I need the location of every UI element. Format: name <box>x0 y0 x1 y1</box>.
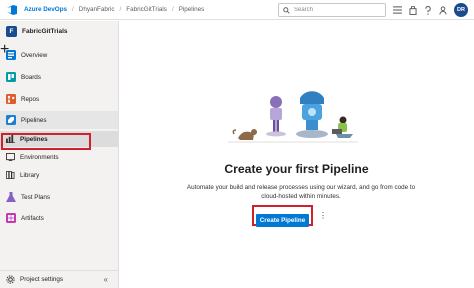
user-settings-icon[interactable] <box>439 5 447 15</box>
breadcrumb-page[interactable]: Pipelines <box>179 6 205 13</box>
breadcrumb-organization[interactable]: DhyanFabric <box>79 6 115 13</box>
page-title: Create your first Pipeline <box>224 162 369 176</box>
pipelines-icon <box>6 115 16 125</box>
repos-icon <box>6 94 16 104</box>
more-options-icon[interactable]: ⋮ <box>319 211 327 220</box>
sidebar-item-test-plans[interactable]: Test Plans <box>0 188 118 206</box>
sidebar-item-label: Overview <box>21 51 48 59</box>
test-plans-icon <box>6 192 16 202</box>
gear-icon <box>6 275 15 284</box>
sidebar-item-label: Test Plans <box>21 193 51 201</box>
project-name: FabricGitTrials <box>22 27 68 35</box>
project-settings-label: Project settings <box>20 276 64 283</box>
project-header[interactable]: F FabricGitTrials <box>0 21 118 41</box>
sidebar-item-label: Artifacts <box>21 214 44 222</box>
sidebar-item-label: Pipelines <box>21 116 47 124</box>
environments-icon <box>6 153 15 161</box>
sidebar-item-overview[interactable]: Overview <box>0 46 118 64</box>
project-badge: F <box>6 25 17 37</box>
search-box[interactable] <box>278 3 386 17</box>
collapse-sidebar-icon[interactable]: « <box>104 275 108 284</box>
sidebar-item-pipelines-group[interactable]: Pipelines <box>0 111 118 129</box>
azure-devops-logo-icon[interactable] <box>2 0 22 20</box>
sidebar-item-repos[interactable]: Repos <box>0 90 118 108</box>
sidebar: F FabricGitTrials + Overview Boards Repo… <box>0 21 119 288</box>
search-icon <box>283 6 290 14</box>
sidebar-item-label: Library <box>20 171 40 179</box>
avatar[interactable]: DR <box>454 3 468 17</box>
highlight-box-create-pipeline: Create Pipeline <box>252 205 313 227</box>
boards-icon <box>6 72 16 82</box>
help-icon[interactable] <box>424 5 432 15</box>
artifacts-icon <box>6 213 16 223</box>
sidebar-item-label: Repos <box>21 95 40 103</box>
checklist-icon[interactable] <box>393 6 402 14</box>
sidebar-item-label: Environments <box>20 153 59 161</box>
breadcrumb-separator: / <box>119 6 122 13</box>
overview-icon <box>6 50 16 60</box>
top-bar: Azure DevOps / DhyanFabric / FabricGitTr… <box>0 0 474 20</box>
sidebar-item-boards[interactable]: Boards <box>0 68 118 86</box>
pipeline-robots-illustration <box>228 91 358 143</box>
top-right-controls: DR <box>278 2 468 18</box>
library-icon <box>6 171 15 179</box>
sidebar-item-label: Boards <box>21 73 41 81</box>
brand-link[interactable]: Azure DevOps <box>24 6 67 13</box>
create-pipeline-button[interactable]: Create Pipeline <box>256 214 309 227</box>
search-input[interactable] <box>294 7 384 13</box>
project-settings[interactable]: Project settings « <box>0 270 118 288</box>
breadcrumb-separator: / <box>171 6 174 13</box>
sidebar-item-artifacts[interactable]: Artifacts <box>0 209 118 227</box>
breadcrumb-project[interactable]: FabricGitTrials <box>126 6 167 13</box>
sidebar-item-library[interactable]: Library <box>0 167 118 183</box>
breadcrumb-separator: / <box>72 6 74 13</box>
sidebar-item-environments[interactable]: Environments <box>0 149 118 165</box>
page-description: Automate your build and release processe… <box>186 184 416 200</box>
highlight-box-pipelines <box>1 133 91 150</box>
shopping-bag-icon[interactable] <box>409 5 417 15</box>
